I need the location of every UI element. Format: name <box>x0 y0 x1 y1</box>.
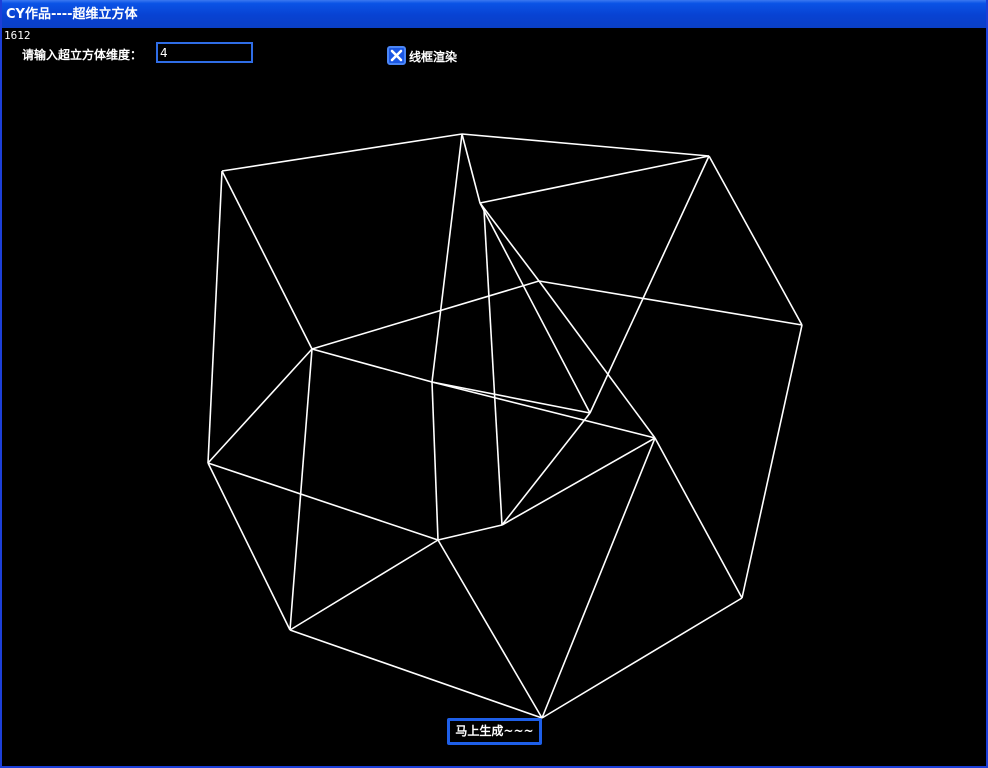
title-bar[interactable]: CY作品----超维立方体 <box>2 0 986 28</box>
hypercube-edge <box>483 209 503 526</box>
hypercube-edge <box>501 437 656 526</box>
wireframe-checkbox[interactable] <box>387 46 406 65</box>
generate-button[interactable]: 马上生成~~~ <box>447 718 542 745</box>
hypercube-edge <box>479 155 710 204</box>
hypercube-edge <box>479 202 540 282</box>
hypercube-edge <box>311 280 540 350</box>
hypercube-edge <box>289 629 543 719</box>
hypercube-edge <box>207 462 439 541</box>
hypercube-edge <box>541 437 656 719</box>
hypercube-edge <box>431 381 439 541</box>
dimension-input[interactable] <box>156 42 253 63</box>
hypercube-edge <box>479 202 591 414</box>
hypercube-edge <box>741 324 803 599</box>
hypercube-edge <box>461 133 710 157</box>
fps-counter: 1612 <box>4 29 31 42</box>
render-viewport[interactable]: 1612 请输入超立方体维度： 线框渲染 马上生成~~~ <box>2 28 986 766</box>
hypercube-edge <box>461 133 481 204</box>
hypercube-edge <box>541 597 743 719</box>
hypercube-edge <box>311 348 433 383</box>
hypercube-edge <box>431 133 463 383</box>
hypercube-wireframe <box>207 133 803 719</box>
hypercube-edge <box>221 133 463 172</box>
wireframe-label: 线框渲染 <box>409 50 458 64</box>
hypercube-edge <box>538 280 656 439</box>
hypercube-edge <box>207 462 291 631</box>
hypercube-edge <box>221 170 313 350</box>
hypercube-edge <box>538 280 803 326</box>
hypercube-edge <box>708 155 803 326</box>
hypercube-edge <box>289 348 313 631</box>
hypercube-edge <box>437 539 543 719</box>
hypercube-edge <box>289 539 439 631</box>
hypercube-edge <box>207 170 223 464</box>
hypercube-edge <box>501 412 591 526</box>
app-window: CY作品----超维立方体 1612 请输入超立方体维度： 线框渲染 马上生成~… <box>0 0 988 768</box>
window-title: CY作品----超维立方体 <box>6 7 138 22</box>
hypercube-edge <box>431 381 656 439</box>
hypercube-edge <box>654 437 743 599</box>
hypercube-edge <box>437 524 503 541</box>
hypercube-edge <box>431 381 591 414</box>
hypercube-canvas[interactable] <box>2 28 986 766</box>
hypercube-edge <box>207 348 313 464</box>
dimension-label: 请输入超立方体维度： <box>22 48 143 62</box>
checkmark-x-icon <box>390 49 403 62</box>
hypercube-edge <box>589 155 710 414</box>
